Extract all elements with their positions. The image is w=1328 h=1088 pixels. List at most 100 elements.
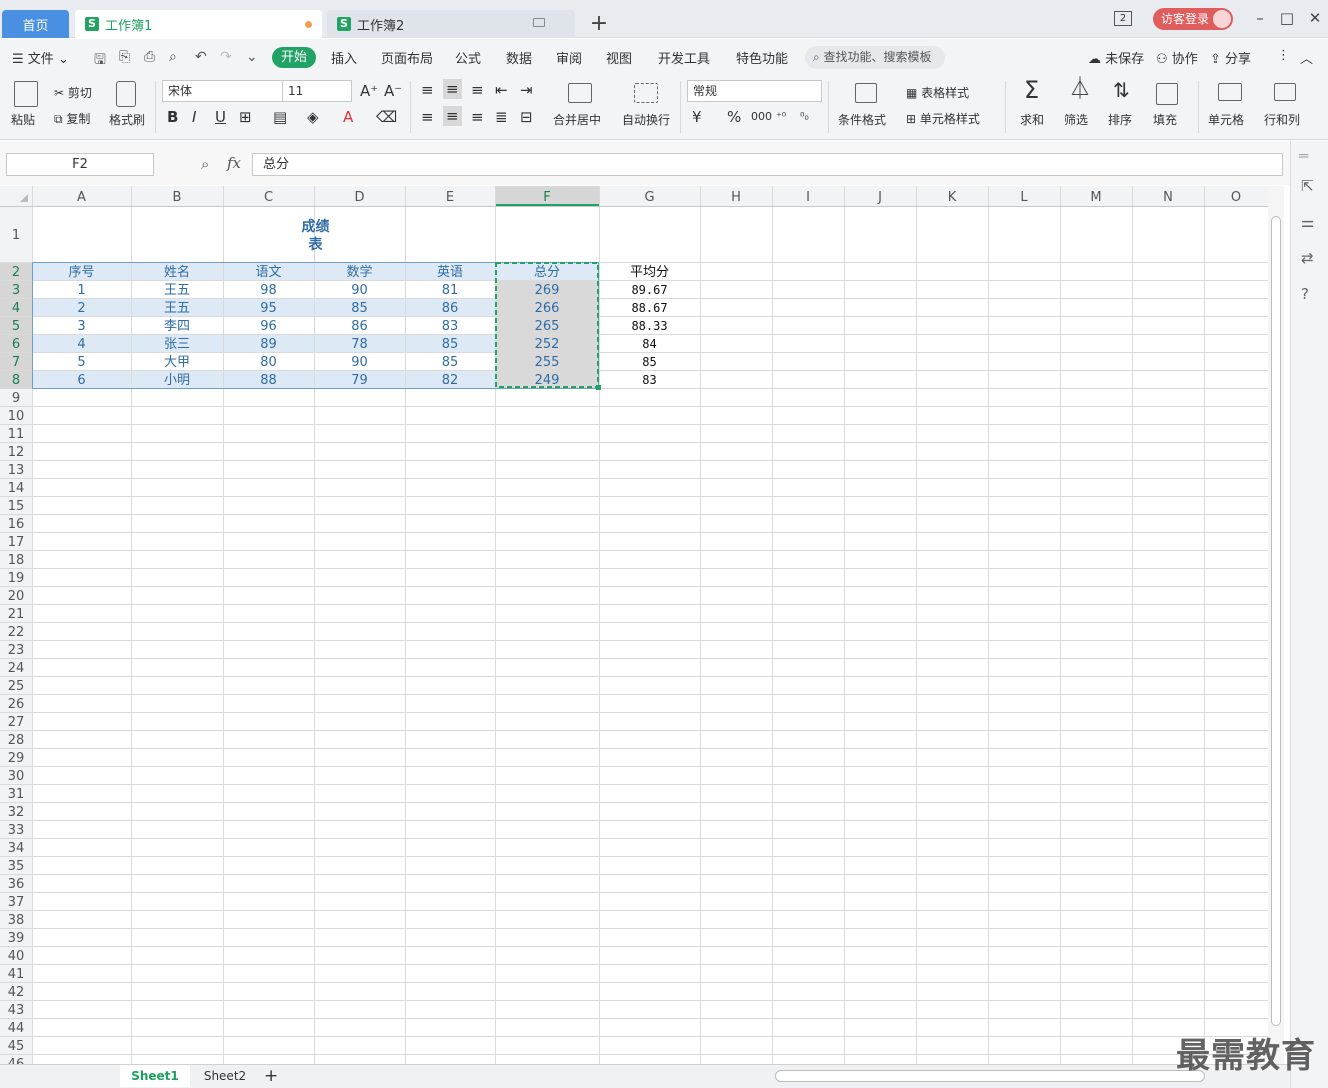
- filter-button[interactable]: 筛选: [1064, 111, 1088, 128]
- share-button[interactable]: ⇪ 分享: [1210, 48, 1251, 67]
- align-middle-icon[interactable]: ≡: [443, 79, 462, 99]
- file-menu[interactable]: ☰ 文件 ⌄: [12, 48, 69, 67]
- cell-button[interactable]: 单元格: [1208, 111, 1244, 128]
- italic-icon[interactable]: I: [192, 108, 196, 126]
- name-box[interactable]: F2: [6, 153, 154, 176]
- increase-decimal-icon[interactable]: ⁺⁰: [776, 108, 786, 126]
- menu-formula[interactable]: 公式: [455, 48, 481, 67]
- menu-page-layout[interactable]: 页面布局: [381, 48, 433, 67]
- thousands-separator-icon[interactable]: 000: [751, 108, 772, 126]
- format-painter-icon[interactable]: [116, 81, 136, 107]
- decrease-indent-icon[interactable]: ⇤: [495, 81, 508, 99]
- fill-button[interactable]: 填充: [1153, 111, 1177, 128]
- select-cursor-icon[interactable]: ⇱: [1301, 177, 1314, 195]
- bold-icon[interactable]: B: [167, 108, 178, 126]
- help-icon[interactable]: ?: [1301, 285, 1309, 303]
- rows-columns-button[interactable]: 行和列: [1264, 111, 1300, 128]
- copy-button[interactable]: ⧉ 复制: [54, 110, 90, 127]
- new-tab-button[interactable]: +: [588, 10, 610, 38]
- print-preview-icon[interactable]: ⌕: [169, 49, 177, 65]
- maximize-icon[interactable]: □: [1277, 9, 1297, 27]
- menu-start[interactable]: 开始: [272, 47, 316, 68]
- menu-view[interactable]: 视图: [606, 48, 632, 67]
- sort-icon[interactable]: ⇅: [1113, 80, 1130, 100]
- cell-icon[interactable]: [1218, 83, 1242, 101]
- collapse-ribbon-icon[interactable]: ︿: [1300, 48, 1313, 67]
- formula-input[interactable]: 总分: [252, 153, 1283, 176]
- increase-font-icon[interactable]: A⁺: [360, 82, 378, 100]
- align-right-icon[interactable]: ≡: [471, 108, 484, 126]
- rows-columns-icon[interactable]: [1274, 83, 1296, 101]
- clear-format-icon[interactable]: ⌫: [376, 108, 397, 126]
- currency-icon[interactable]: ¥: [692, 108, 702, 126]
- sheet-tab-1[interactable]: Sheet1: [120, 1065, 190, 1087]
- cut-button[interactable]: ✂ 剪切: [54, 84, 92, 101]
- number-format-select[interactable]: 常规: [687, 80, 822, 102]
- tab-workbook1[interactable]: S 工作簿1: [75, 10, 322, 38]
- sum-icon[interactable]: Σ: [1024, 78, 1039, 102]
- close-icon[interactable]: ✕: [1305, 9, 1325, 27]
- minimize-icon[interactable]: –: [1250, 9, 1270, 27]
- horizontal-scrollbar[interactable]: [775, 1070, 1205, 1082]
- menu-features[interactable]: 特色功能: [736, 48, 788, 67]
- increase-indent-icon[interactable]: ⇥: [520, 81, 533, 99]
- tab-workbook2[interactable]: S 工作簿2: [327, 10, 575, 38]
- font-name-select[interactable]: 宋体: [162, 80, 283, 102]
- more-icon[interactable]: ⋮: [1277, 48, 1290, 63]
- font-color-icon[interactable]: A: [343, 108, 353, 126]
- paste-button[interactable]: 粘贴: [11, 111, 35, 128]
- sheet-tab-2[interactable]: Sheet2: [192, 1065, 258, 1087]
- align-top-icon[interactable]: ≡: [421, 81, 434, 99]
- wrap-text-icon[interactable]: [634, 83, 658, 103]
- merge-center-button[interactable]: 合并居中: [553, 111, 601, 128]
- fill-handle[interactable]: [596, 385, 601, 390]
- menu-insert[interactable]: 插入: [331, 48, 357, 67]
- table-style-button[interactable]: ▦ 表格样式: [906, 84, 969, 101]
- justify-icon[interactable]: ≣: [495, 108, 508, 126]
- underline-icon[interactable]: U: [215, 108, 226, 126]
- conditional-format-icon[interactable]: [855, 83, 877, 103]
- transform-icon[interactable]: ⇄: [1301, 249, 1314, 267]
- filter-icon[interactable]: ⏃: [1069, 79, 1091, 101]
- print-icon[interactable]: ⎙: [144, 49, 155, 65]
- align-left-icon[interactable]: ≡: [421, 108, 434, 126]
- merge-center-icon[interactable]: [568, 83, 592, 103]
- window-count-badge[interactable]: 2: [1114, 11, 1132, 26]
- distribute-icon[interactable]: ⊟: [520, 108, 533, 126]
- align-bottom-icon[interactable]: ≡: [471, 81, 484, 99]
- collaborate-button[interactable]: ⚇ 协作: [1156, 48, 1198, 67]
- cell-fill-pattern-icon[interactable]: ▤: [273, 108, 287, 126]
- font-size-select[interactable]: 11: [282, 80, 352, 102]
- vertical-scroll-thumb[interactable]: [1271, 216, 1281, 1026]
- tab-home[interactable]: 首页: [2, 10, 69, 38]
- cell-style-button[interactable]: ⊞ 单元格样式: [906, 110, 980, 127]
- login-button[interactable]: 访客登录: [1153, 8, 1233, 30]
- conditional-format-button[interactable]: 条件格式: [838, 111, 886, 128]
- export-icon[interactable]: ⎘: [119, 49, 130, 65]
- menu-developer[interactable]: 开发工具: [658, 48, 710, 67]
- unsaved-status[interactable]: ☁ 未保存: [1088, 48, 1144, 67]
- align-center-icon[interactable]: ≡: [443, 106, 462, 126]
- decrease-font-icon[interactable]: A⁻: [384, 82, 402, 100]
- function-search-input[interactable]: ⌕ 查找功能、搜索模板: [805, 46, 945, 69]
- redo-icon[interactable]: ↷: [220, 49, 232, 65]
- adjust-icon[interactable]: ⚌: [1301, 213, 1314, 231]
- sort-button[interactable]: 排序: [1108, 111, 1132, 128]
- fill-icon[interactable]: [1156, 83, 1178, 105]
- wrap-text-button[interactable]: 自动换行: [622, 111, 670, 128]
- zoom-icon[interactable]: ⌕: [201, 155, 209, 173]
- decrease-decimal-icon[interactable]: ⁰₀: [800, 108, 809, 126]
- undo-icon[interactable]: ↶: [195, 49, 207, 65]
- customize-dropdown-icon[interactable]: ⌄: [246, 49, 258, 65]
- fx-icon[interactable]: fx: [227, 154, 241, 172]
- menu-review[interactable]: 审阅: [556, 48, 582, 67]
- paste-icon[interactable]: [14, 81, 38, 107]
- vertical-scrollbar[interactable]: [1268, 186, 1284, 1064]
- save-icon[interactable]: 🖫: [94, 49, 106, 73]
- fill-color-icon[interactable]: ◈: [307, 108, 319, 126]
- format-painter-button[interactable]: 格式刷: [109, 111, 145, 128]
- add-sheet-icon[interactable]: +: [264, 1065, 278, 1087]
- percent-icon[interactable]: %: [727, 108, 741, 126]
- grid-canvas[interactable]: A B C D E F G H I J K L M N O1234567891011121314151617…: [0, 186, 1268, 1064]
- spreadsheet-grid[interactable]: A B C D E F G H I J K L M N O 1 2 3 4 5 6 7 8 9 10 11 12 13 14 15 16 17…: [0, 186, 1268, 1064]
